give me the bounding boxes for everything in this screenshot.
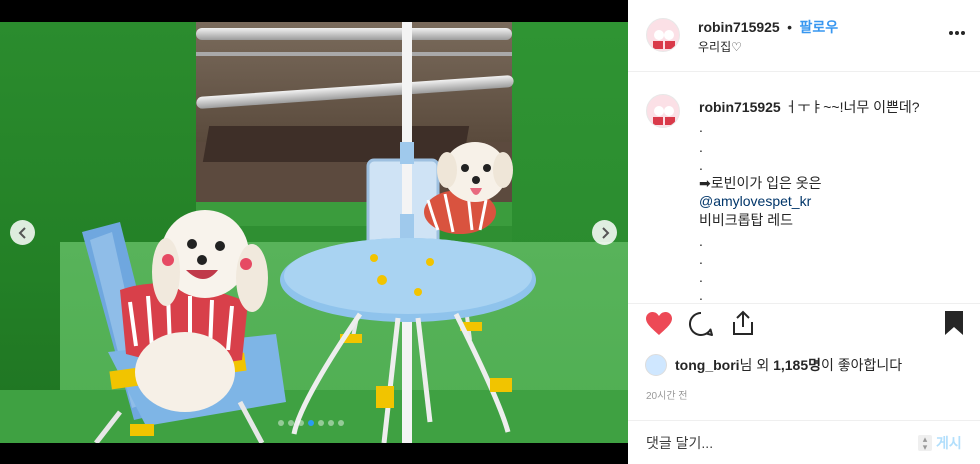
caption-line: .	[699, 251, 703, 267]
share-icon[interactable]	[730, 310, 756, 336]
carousel-indicator	[278, 420, 344, 426]
carousel-dot	[318, 420, 324, 426]
caption-line: .	[699, 269, 703, 285]
author-username[interactable]: robin715925	[698, 19, 780, 35]
more-options-icon[interactable]	[948, 30, 966, 36]
comment-input[interactable]	[646, 431, 906, 455]
comment-form: ▴▾ 게시	[628, 420, 980, 464]
caption-line: ➡로빈이가 입은 옷은	[699, 175, 822, 191]
post-photo[interactable]	[0, 0, 628, 464]
caption-line: .	[699, 139, 703, 155]
chevron-right-icon	[601, 226, 609, 239]
post-timestamp[interactable]: 20시간 전	[646, 387, 688, 402]
caption-text: ㅓㅜㅑ~~!너무 이쁜데?	[784, 99, 920, 115]
caption-first-line: robin715925 ㅓㅜㅑ~~!너무 이쁜데?	[699, 98, 920, 116]
liker-username[interactable]: tong_bori	[675, 357, 740, 373]
avatar-image	[653, 106, 675, 125]
caption-line: 비비크롭탑 레드	[699, 212, 794, 228]
bookmark-icon[interactable]	[944, 310, 964, 336]
caption-line: .	[699, 119, 703, 135]
dogs-and-table-illustration	[82, 22, 536, 443]
photo-scene	[0, 22, 628, 443]
location-link[interactable]: 우리집♡	[698, 38, 742, 55]
prev-photo-button[interactable]	[10, 220, 35, 245]
chevron-left-icon	[18, 226, 26, 239]
umbrella-pole	[400, 22, 414, 443]
caption-line: .	[699, 287, 703, 303]
follow-button[interactable]: 팔로우	[800, 19, 839, 35]
carousel-dot	[288, 420, 294, 426]
caption-line: .	[699, 233, 703, 249]
comments-area[interactable]: robin715925 ㅓㅜㅑ~~!너무 이쁜데? . . . ➡로빈이가 입은…	[628, 72, 980, 303]
next-photo-button[interactable]	[592, 220, 617, 245]
caption-username[interactable]: robin715925	[699, 99, 781, 115]
heart-icon[interactable]	[646, 312, 672, 336]
carousel-dot	[328, 420, 334, 426]
sort-arrows-icon: ▴ ▾	[918, 435, 932, 452]
likes-text: 님 외	[739, 357, 774, 373]
comment-icon[interactable]	[688, 311, 714, 337]
post-side-panel: robin715925 • 팔로우 우리집♡ robin715925 ㅓㅜㅑ~~…	[628, 0, 980, 464]
likes-row: tong_bori 님 외 1,185명 이 좋아합니다	[645, 352, 902, 378]
separator-dot: •	[787, 19, 793, 35]
caption-author-avatar[interactable]	[646, 94, 680, 128]
caption-line: .	[699, 157, 703, 173]
author-avatar[interactable]	[646, 18, 680, 52]
action-bar	[628, 303, 980, 343]
avatar-image	[653, 30, 675, 49]
carousel-dot	[278, 420, 284, 426]
post-header: robin715925 • 팔로우 우리집♡	[628, 0, 980, 72]
post-comment-label: 게시	[936, 435, 962, 451]
post-comment-button[interactable]: ▴ ▾ 게시	[918, 433, 962, 453]
carousel-dot	[298, 420, 304, 426]
mention-link[interactable]: @amylovespet_kr	[699, 192, 811, 210]
liker-avatar[interactable]	[645, 354, 667, 376]
carousel-dot	[308, 420, 314, 426]
carousel-dot	[338, 420, 344, 426]
likes-count[interactable]: 1,185명	[773, 355, 821, 375]
header-title-row: robin715925 • 팔로우	[698, 17, 838, 37]
likes-text-end: 이 좋아합니다	[821, 357, 903, 373]
